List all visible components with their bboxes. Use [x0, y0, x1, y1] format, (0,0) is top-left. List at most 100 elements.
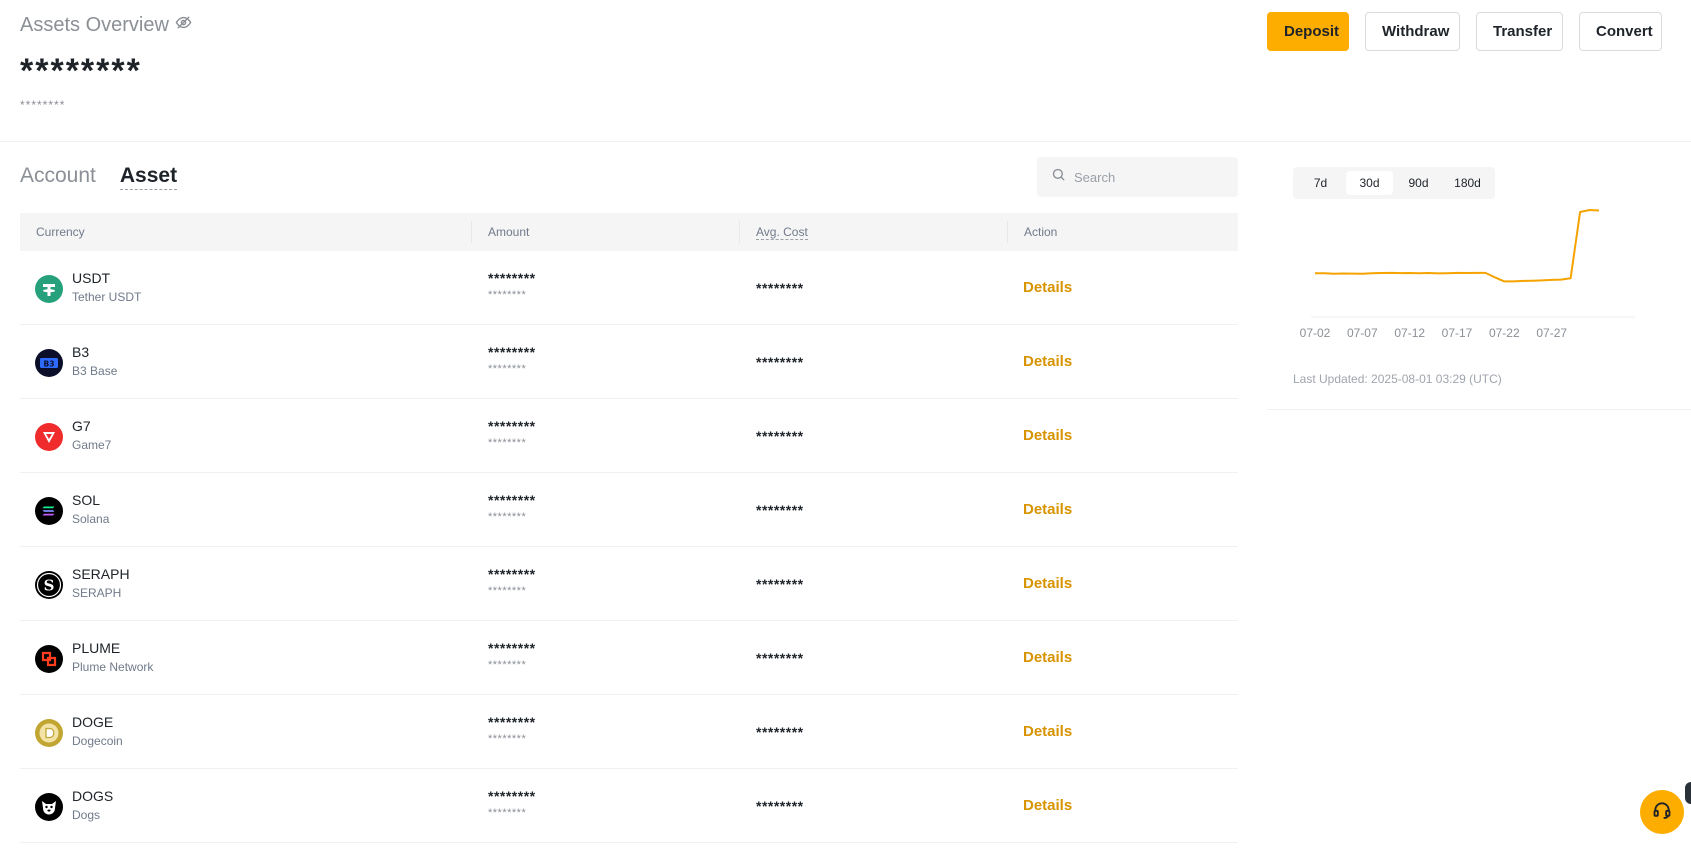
balance-line-chart: 07-02 07-07 07-12 07-17 07-22 07-27	[1300, 209, 1635, 340]
avg-cost-value: ********	[756, 576, 804, 592]
details-link[interactable]: Details	[1023, 279, 1072, 296]
tab-asset[interactable]: Asset	[119, 164, 178, 190]
svg-text:S: S	[44, 577, 55, 595]
amount-value: ********	[488, 640, 536, 656]
currency-name: Dogecoin	[72, 734, 123, 748]
amount-value: ********	[488, 418, 536, 434]
avg-cost-value: ********	[756, 724, 804, 740]
range-30d[interactable]: 30d	[1346, 171, 1393, 195]
x-tick-label: 07-22	[1489, 326, 1520, 340]
table-header: Currency Amount Avg. Cost Action	[20, 213, 1238, 251]
table-row: USDT Tether USDT ******** ******** *****…	[20, 251, 1238, 325]
avg-cost-value: ********	[756, 798, 804, 814]
balance-series-line	[1315, 209, 1600, 283]
g7-icon	[35, 423, 63, 451]
currency-symbol: DOGS	[72, 788, 114, 804]
asset-table: Currency Amount Avg. Cost Action USDT Te…	[20, 213, 1238, 843]
balance-chart-panel: 7d 30d 90d 180d 07-02 07-07 07-12 07-17 07-2…	[1267, 142, 1691, 410]
range-7d[interactable]: 7d	[1297, 171, 1344, 195]
column-divider	[471, 221, 472, 243]
currency-name: Dogs	[72, 808, 101, 822]
search-box[interactable]	[1037, 157, 1238, 197]
action-buttons: Deposit Withdraw Transfer Convert	[1267, 12, 1662, 51]
plume-icon	[35, 645, 63, 673]
table-row: B3 B3 B3 Base ******** ******** ********…	[20, 325, 1238, 399]
currency-symbol: G7	[72, 418, 91, 434]
avg-cost-value: ********	[756, 502, 804, 518]
amount-fiat-value: ********	[488, 511, 527, 523]
table-row: G7 Game7 ******** ******** ******** Deta…	[20, 399, 1238, 473]
range-180d[interactable]: 180d	[1444, 171, 1491, 195]
x-tick-label: 07-17	[1442, 326, 1473, 340]
details-link[interactable]: Details	[1023, 353, 1072, 370]
time-range-selector: 7d 30d 90d 180d	[1293, 167, 1495, 199]
overview-title-row: Assets Overview	[20, 14, 192, 37]
usdt-icon	[35, 275, 63, 303]
support-chat-button[interactable]	[1640, 790, 1684, 834]
range-90d[interactable]: 90d	[1395, 171, 1442, 195]
overview-title: Assets Overview	[20, 14, 169, 36]
deposit-button[interactable]: Deposit	[1267, 12, 1349, 51]
amount-fiat-value: ********	[488, 585, 527, 597]
search-input[interactable]	[1074, 169, 1224, 185]
details-link[interactable]: Details	[1023, 575, 1072, 592]
amount-fiat-value: ********	[488, 363, 527, 375]
table-row: DOGE Dogecoin ******** ******** ********…	[20, 695, 1238, 769]
convert-button[interactable]: Convert	[1579, 12, 1662, 51]
details-link[interactable]: Details	[1023, 723, 1072, 740]
amount-value: ********	[488, 344, 536, 360]
currency-name: Game7	[72, 438, 112, 452]
x-tick-label: 07-07	[1347, 326, 1378, 340]
amount-value: ********	[488, 788, 536, 804]
doge-icon	[35, 719, 63, 747]
amount-value: ********	[488, 714, 536, 730]
details-link[interactable]: Details	[1023, 649, 1072, 666]
details-link[interactable]: Details	[1023, 501, 1072, 518]
details-link[interactable]: Details	[1023, 427, 1072, 444]
column-action: Action	[1024, 225, 1058, 239]
amount-fiat-value: ********	[488, 733, 527, 745]
dogs-icon	[35, 793, 63, 821]
amount-value: ********	[488, 566, 536, 582]
column-divider	[1007, 221, 1008, 243]
avg-cost-value: ********	[756, 354, 804, 370]
amount-fiat-value: ********	[488, 659, 527, 671]
withdraw-button[interactable]: Withdraw	[1365, 12, 1460, 51]
currency-name: Plume Network	[72, 660, 154, 674]
table-row: SOL Solana ******** ******** ******** De…	[20, 473, 1238, 547]
currency-symbol: B3	[72, 344, 90, 360]
avg-cost-value: ********	[756, 280, 804, 296]
amount-fiat-value: ********	[488, 437, 527, 449]
headset-icon	[1652, 800, 1672, 825]
table-row: PLUME Plume Network ******** ******** **…	[20, 621, 1238, 695]
amount-fiat-value: ********	[488, 289, 527, 301]
column-divider	[739, 221, 740, 243]
table-row: DOGS Dogs ******** ******** ******** Det…	[20, 769, 1238, 843]
column-amount[interactable]: Amount	[488, 225, 529, 239]
x-tick-label: 07-12	[1394, 326, 1425, 340]
hide-balance-icon[interactable]	[175, 14, 192, 37]
column-currency[interactable]: Currency	[36, 225, 85, 239]
transfer-button[interactable]: Transfer	[1476, 12, 1563, 51]
amount-value: ********	[488, 270, 536, 286]
view-tabs: Account Asset	[20, 164, 178, 190]
search-icon	[1051, 167, 1066, 187]
column-avg-cost[interactable]: Avg. Cost	[756, 225, 808, 240]
tab-account[interactable]: Account	[20, 164, 96, 190]
currency-symbol: DOGE	[72, 714, 114, 730]
currency-symbol: SERAPH	[72, 566, 130, 582]
amount-fiat-value: ********	[488, 807, 527, 819]
details-link[interactable]: Details	[1023, 797, 1072, 814]
currency-symbol: USDT	[72, 270, 111, 286]
avg-cost-value: ********	[756, 650, 804, 666]
currency-name: Solana	[72, 512, 110, 526]
table-row: S SERAPH SERAPH ******** ******** ******…	[20, 547, 1238, 621]
side-widget-tab[interactable]	[1683, 780, 1691, 806]
assets-overview-header: Assets Overview ******** ******** Deposi…	[0, 0, 1691, 142]
currency-name: SERAPH	[72, 586, 122, 600]
amount-value: ********	[488, 492, 536, 508]
x-tick-label: 07-02	[1300, 326, 1331, 340]
currency-name: B3 Base	[72, 364, 118, 378]
currency-symbol: PLUME	[72, 640, 121, 656]
seraph-icon: S	[35, 571, 63, 599]
